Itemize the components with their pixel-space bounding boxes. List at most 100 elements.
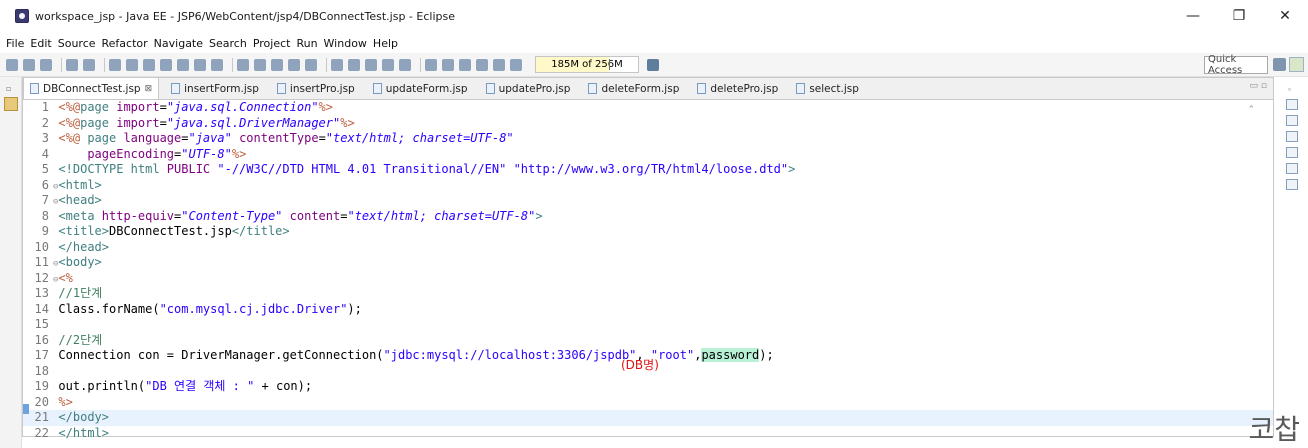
code-line[interactable]: 4 pageEncoding="UTF-8"%> [23,147,1273,163]
code-line[interactable]: 7 ⊖<head> [23,193,1273,209]
tab-updateform[interactable]: updateForm.jsp [367,78,474,99]
toolbar-separator [232,57,233,72]
menu-source[interactable]: Source [58,37,96,50]
terminal-icon[interactable] [66,58,78,71]
code-token: <title> [58,224,109,238]
forward-icon[interactable] [510,58,522,71]
last-edit-location-icon[interactable] [476,58,488,71]
code-line[interactable]: 10 </head> [23,240,1273,256]
code-line[interactable]: 6 ⊖<html> [23,178,1273,194]
open-perspective-icon[interactable] [1273,58,1286,71]
console-icon[interactable] [1286,179,1298,190]
terminate-icon[interactable] [143,58,155,71]
step-into-icon[interactable] [177,58,189,71]
close-tab-icon[interactable]: ⊠ [145,84,153,94]
code-line[interactable]: 21 </body> [23,410,1273,426]
menu-navigate[interactable]: Navigate [154,37,203,50]
code-token: %> [340,115,355,130]
skip-breakpoints-icon[interactable] [83,58,95,71]
code-line[interactable]: 2 <%@page import="java.sql.DriverManager… [23,116,1273,132]
coverage-icon[interactable] [288,58,300,71]
search-icon[interactable] [399,58,411,71]
code-line[interactable]: 1 <%@page import="java.sql.Connection"%> [23,100,1273,116]
new-icon[interactable] [6,58,18,71]
disconnect-icon[interactable] [160,58,172,71]
debug-icon[interactable] [254,58,266,71]
fold-icon [53,321,58,331]
outline-icon[interactable] [1286,99,1298,110]
menu-project[interactable]: Project [253,37,291,50]
back-icon[interactable] [493,58,505,71]
toggle-mark-occurrences-icon[interactable] [425,58,437,71]
suspend-icon[interactable] [126,58,138,71]
code-line[interactable]: 3 <%@ page language="java" contentType="… [23,131,1273,147]
code-line[interactable]: 13 //1단계 [23,286,1273,302]
code-token: contentType [239,131,319,145]
servers-view-icon[interactable] [1286,147,1298,158]
tab-insertpro[interactable]: insertPro.jsp [271,78,361,99]
code-token: DBConnectTest.jsp [109,224,232,238]
external-tools-icon[interactable] [305,58,317,71]
new-package-icon[interactable] [348,58,360,71]
previous-annotation-icon[interactable] [459,58,471,71]
line-number: 3 [41,131,49,145]
code-line[interactable]: 22 </html> [23,426,1273,442]
resume-icon[interactable] [109,58,121,71]
tab-select[interactable]: select.jsp [790,78,865,99]
tab-deleteform[interactable]: deleteForm.jsp [582,78,685,99]
line-number: 18 [34,363,49,378]
scroll-up-icon[interactable]: ⌃ [1247,104,1255,115]
code-line[interactable]: 19 out.println("DB 연결 객체 : " + con); [23,379,1273,395]
step-over-icon[interactable] [194,58,206,71]
code-line[interactable]: 14 Class.forName("com.mysql.cj.jdbc.Driv… [23,302,1273,318]
restore-icon[interactable]: ▫ [6,84,11,93]
code-line[interactable]: 9 <title>DBConnectTest.jsp</title> [23,224,1273,240]
tab-deletepro[interactable]: deletePro.jsp [691,78,784,99]
minimize-maximize-icon[interactable]: ▭ ▫ [1250,81,1267,91]
java-ee-perspective-icon[interactable] [1289,57,1304,72]
menu-window[interactable]: Window [324,37,367,50]
garbage-collect-icon[interactable] [647,58,659,71]
next-annotation-icon[interactable] [442,58,454,71]
code-line[interactable]: 12 ⊖<% [23,271,1273,287]
code-line[interactable]: 20 %> [23,395,1273,411]
menu-file[interactable]: File [6,37,24,50]
code-line[interactable]: 5 <!DOCTYPE html PUBLIC "-//W3C//DTD HTM… [23,162,1273,178]
code-token: import [116,100,160,114]
step-return-icon[interactable] [211,58,223,71]
title-bar: workspace_jsp - Java EE - JSP6/WebConten… [0,0,1308,32]
menu-refactor[interactable]: Refactor [102,37,148,50]
open-type-icon[interactable] [382,58,394,71]
restore-button[interactable]: ❐ [1216,0,1262,32]
run-icon[interactable] [271,58,283,71]
menu-edit[interactable]: Edit [30,37,51,50]
line-number: 15 [34,317,49,331]
task-list-icon[interactable] [1286,115,1298,126]
save-all-icon[interactable] [40,58,52,71]
menu-help[interactable]: Help [373,37,398,50]
tab-updatepro[interactable]: updatePro.jsp [480,78,577,99]
tab-insertform[interactable]: insertForm.jsp [165,78,265,99]
save-icon[interactable] [23,58,35,71]
data-source-icon[interactable] [1286,163,1298,174]
code-line[interactable]: 11 ⊖<body> [23,255,1273,271]
watermark: 코찹 [1248,413,1300,446]
menu-search[interactable]: Search [209,37,247,50]
line-number: 22 [34,425,49,440]
package-explorer-icon[interactable] [4,97,18,111]
new-java-project-icon[interactable] [331,58,343,71]
menu-run[interactable]: Run [296,37,317,50]
close-button[interactable]: ✕ [1262,0,1308,32]
code-line[interactable]: 15 [23,317,1273,333]
new-class-icon[interactable] [365,58,377,71]
code-line[interactable]: 16 //2단계 [23,333,1273,349]
quick-access-input[interactable]: Quick Access [1204,54,1268,76]
code-editor[interactable]: 1 <%@page import="java.sql.Connection"%>… [23,100,1273,441]
minimize-button[interactable]: — [1170,0,1216,32]
binoculars-icon[interactable] [1286,131,1298,142]
restore-icon[interactable]: ▫ [1288,85,1291,94]
servers-icon[interactable] [237,58,249,71]
current-line-marker [23,404,29,414]
code-line[interactable]: 8 <meta http-equiv="Content-Type" conten… [23,209,1273,225]
tab-dbconnecttest[interactable]: DBConnectTest.jsp ⊠ [23,77,160,99]
